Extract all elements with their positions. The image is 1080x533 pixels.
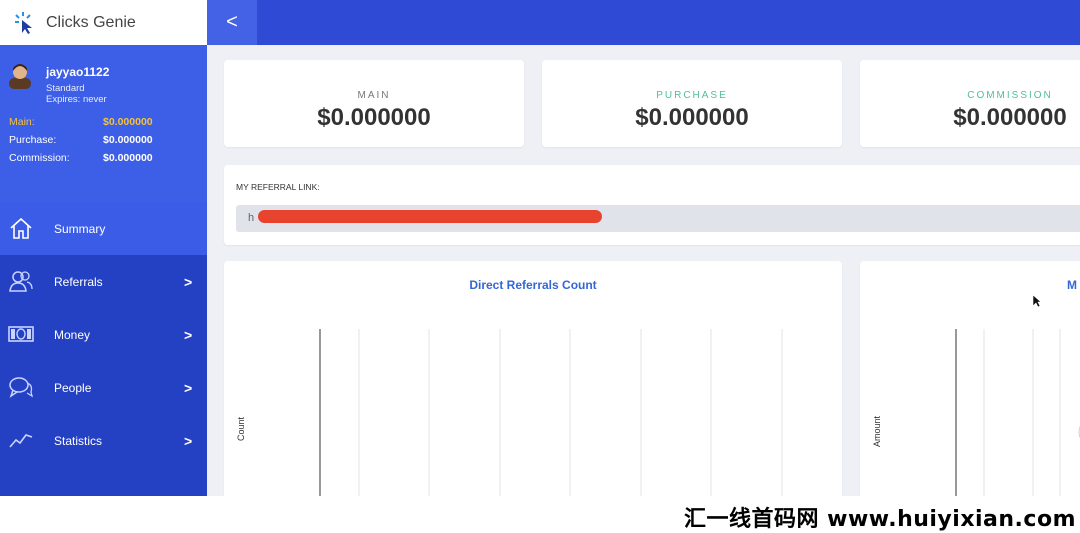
plan-expiry: Expires: never (46, 94, 107, 105)
nav-item-money[interactable]: Money > (0, 308, 207, 361)
money-chart-card: M Amount (860, 261, 1080, 496)
balance-value: $0.000000 (103, 152, 153, 164)
nav-label: Summary (54, 221, 106, 236)
stat-value: $0.000000 (317, 104, 431, 131)
user-panel: jayyao1122 Standard Expires: never Main:… (0, 45, 207, 202)
stat-card-main: MAIN $0.000000 (224, 60, 524, 147)
top-bar: < (207, 0, 1080, 45)
nav-label: People (54, 380, 92, 395)
brand-bar[interactable]: Clicks Genie (0, 0, 207, 45)
money-icon (8, 326, 34, 342)
balance-label: Commission: (9, 152, 70, 164)
nav-list: Referrals > Money > People > Statistics … (0, 255, 207, 496)
home-icon (10, 217, 32, 239)
nav-item-statistics[interactable]: Statistics > (0, 414, 207, 467)
chevron-right-icon: > (184, 273, 193, 290)
stat-label: COMMISSION (967, 90, 1053, 101)
chevron-right-icon: > (184, 432, 193, 449)
balance-value: $0.000000 (103, 134, 153, 146)
nav-label: Money (54, 327, 91, 342)
stat-label: MAIN (357, 90, 391, 101)
balance-commission: Commission: $0.000000 (9, 152, 153, 164)
watermark-text: 汇一线首码网 www.huiyixian.com (683, 507, 1076, 532)
chevron-right-icon: > (184, 326, 193, 343)
nav-item-people[interactable]: People > (0, 361, 207, 414)
redaction-bar (258, 210, 602, 223)
balance-purchase: Purchase: $0.000000 (9, 134, 153, 146)
balance-label: Purchase: (9, 134, 57, 146)
sidebar: Clicks Genie jayyao1122 Standard Expires… (0, 0, 207, 496)
chevron-left-icon: < (226, 11, 238, 33)
avatar (9, 64, 31, 89)
chart-plot-area (955, 329, 1080, 496)
nav-item-summary[interactable]: Summary (0, 202, 207, 255)
plan-info: Standard Expires: never (46, 83, 107, 105)
referral-link-value: h (248, 212, 255, 224)
balance-value: $0.000000 (103, 116, 153, 128)
stat-card-purchase: PURCHASE $0.000000 (542, 60, 842, 147)
stat-value: $0.000000 (953, 104, 1067, 131)
back-button[interactable]: < (207, 0, 257, 45)
direct-referrals-chart-card: Direct Referrals Count Count (224, 261, 842, 496)
brand-name: Clicks Genie (46, 13, 136, 31)
nav-label: Referrals (54, 274, 103, 289)
balance-main: Main: $0.000000 (9, 116, 153, 128)
plan-name: Standard (46, 83, 85, 94)
users-icon (9, 271, 33, 292)
referral-link-label: MY REFERRAL LINK: (236, 182, 320, 192)
chart-plot-area (319, 329, 783, 496)
watermark-strip: 汇一线首码网 www.huiyixian.com (0, 496, 1080, 533)
stat-card-commission: COMMISSION $0.000000 (860, 60, 1080, 147)
cursor-click-logo-icon (15, 11, 32, 34)
username[interactable]: jayyao1122 (46, 65, 109, 79)
chevron-right-icon: > (184, 379, 193, 396)
chat-icon (9, 377, 34, 398)
stat-label: PURCHASE (656, 90, 728, 101)
main-content: MAIN $0.000000 PURCHASE $0.000000 COMMIS… (207, 45, 1080, 496)
balance-label: Main: (9, 116, 35, 128)
stat-value: $0.000000 (635, 104, 749, 131)
chart-icon (9, 434, 33, 448)
mouse-cursor-icon (1032, 294, 1042, 308)
referral-link-card: MY REFERRAL LINK: h (224, 165, 1080, 245)
nav-label: Statistics (54, 433, 103, 448)
nav-item-referrals[interactable]: Referrals > (0, 255, 207, 308)
